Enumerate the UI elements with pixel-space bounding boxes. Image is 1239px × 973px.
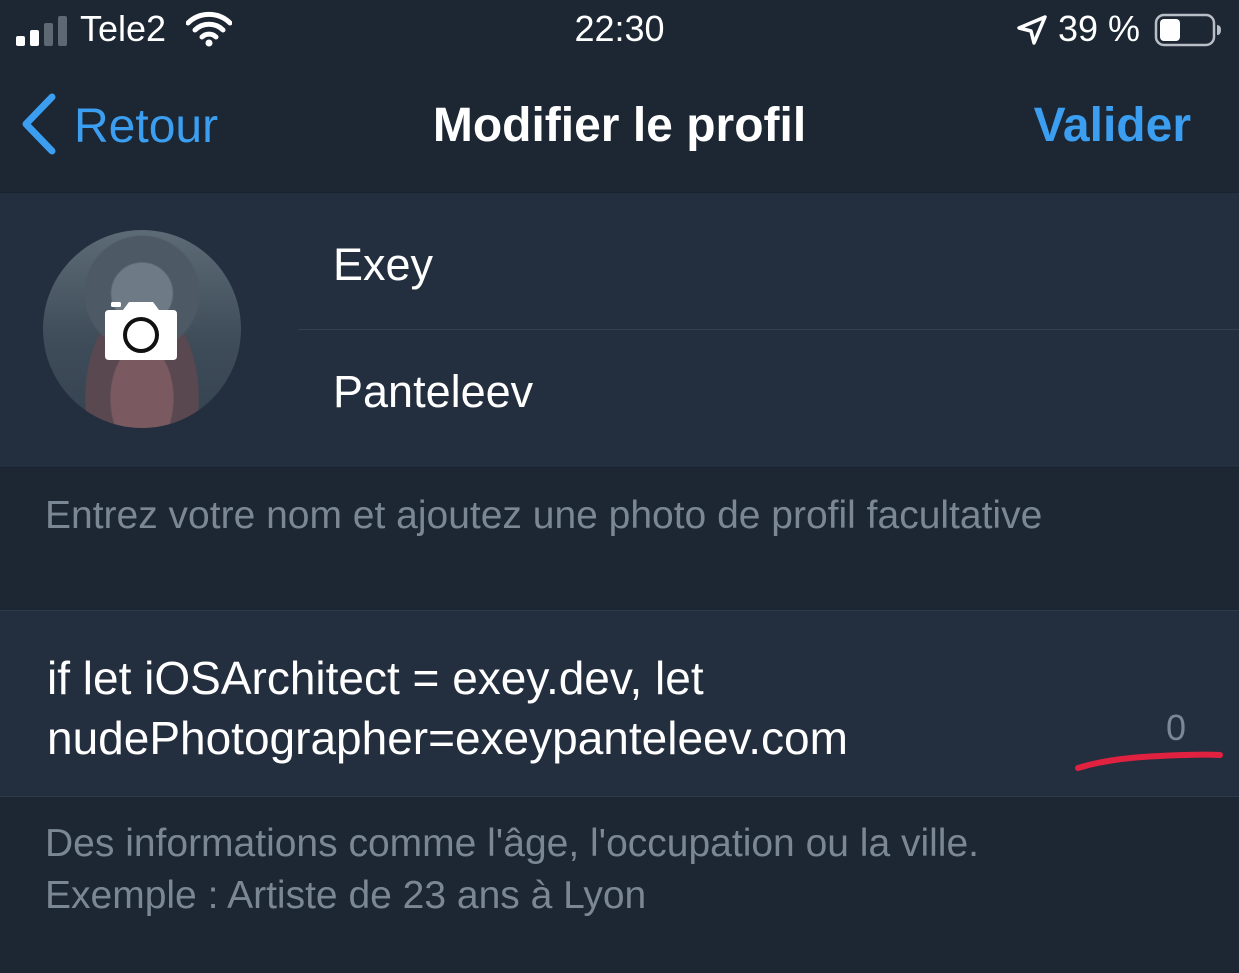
- bio-hint-line-2: Exemple : Artiste de 23 ans à Lyon: [45, 874, 647, 917]
- camera-icon: [101, 300, 181, 367]
- bio-input[interactable]: if let iOSArchitect = exey.dev, let nude…: [47, 648, 1047, 768]
- last-name-value: Panteleev: [333, 366, 534, 417]
- bio-hint-line-1: Des informations comme l'âge, l'occupati…: [45, 822, 980, 865]
- avatar[interactable]: [43, 230, 241, 428]
- location-arrow-icon: [1016, 14, 1048, 51]
- name-hint: Entrez votre nom et ajoutez une photo de…: [45, 494, 1043, 537]
- clock: 22:30: [574, 8, 665, 49]
- first-name-value: Exey: [333, 239, 434, 290]
- first-name-field[interactable]: Exey: [298, 192, 1239, 330]
- battery-icon: [1154, 13, 1224, 52]
- last-name-field[interactable]: Panteleev: [298, 330, 1239, 467]
- status-bar: Tele2 22:30 39 %: [0, 0, 1239, 60]
- battery-percentage: 39 %: [1058, 8, 1141, 49]
- bio-hint: Des informations comme l'âge, l'occupati…: [45, 818, 1195, 922]
- bio-line-1: if let iOSArchitect = exey.dev, let: [47, 652, 704, 704]
- bio-line-2: nudePhotographer=exeypanteleev.com: [47, 712, 848, 764]
- red-annotation-underline: [1070, 742, 1230, 783]
- done-button[interactable]: Valider: [1034, 97, 1191, 155]
